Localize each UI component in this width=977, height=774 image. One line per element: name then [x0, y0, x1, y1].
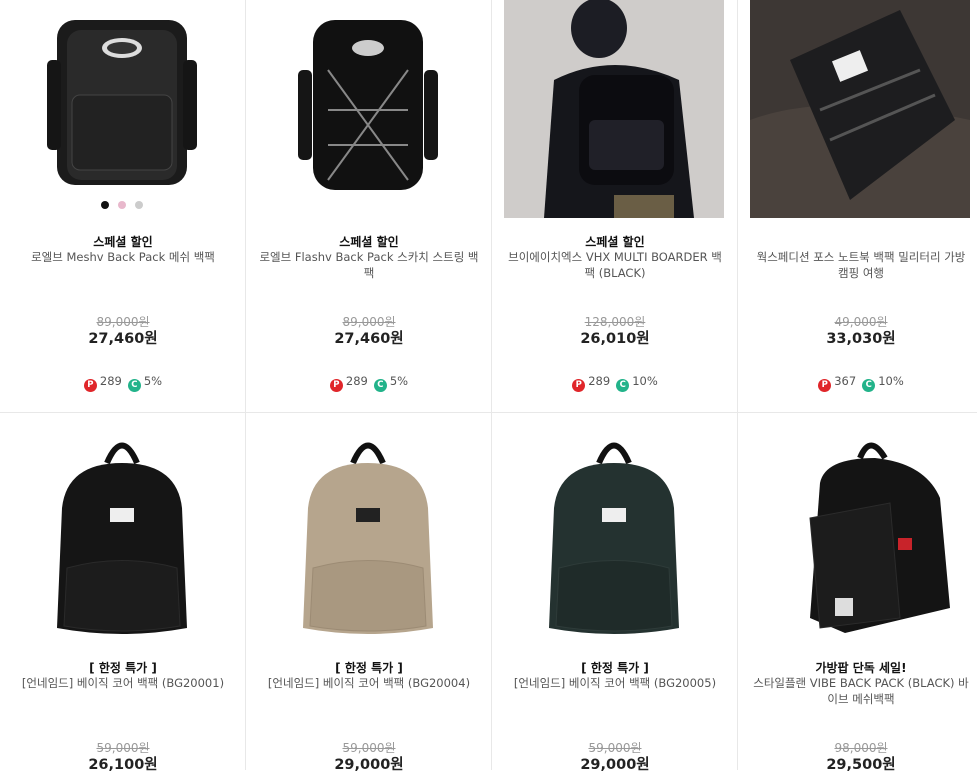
product-image[interactable]: [504, 0, 724, 218]
product-card[interactable]: 스페셜 할인 로엘브 Flashv Back Pack 스카치 스트링 백팩 8…: [246, 0, 492, 412]
product-badge: [ 한정 특가 ]: [581, 661, 649, 675]
sale-price: 27,460원: [334, 331, 404, 347]
coupon-value: 10%: [878, 374, 904, 388]
product-badge: 스페셜 할인: [339, 235, 399, 249]
points-icon: P: [818, 379, 832, 392]
coupon-icon: C: [862, 379, 876, 392]
coupon-icon: C: [373, 379, 387, 392]
product-badge: 스페셜 할인: [93, 235, 153, 249]
swatch-pink[interactable]: [118, 201, 126, 209]
points-row: P 367 C 10%: [738, 374, 977, 392]
color-swatches: [12, 194, 232, 213]
product-name[interactable]: 스타일플랜 VIBE BACK PACK (BLACK) 바이브 메쉬백팩: [750, 675, 972, 707]
sale-price: 26,010원: [580, 331, 650, 347]
product-card[interactable]: [ 한정 특가 ] [언네임드] 베이직 코어 백팩 (BG20004) 59,…: [246, 413, 492, 773]
sale-price: 33,030원: [826, 331, 896, 347]
points-row: P 289 C 5%: [0, 374, 246, 392]
points-icon: P: [329, 379, 343, 392]
coupon-value: 5%: [143, 374, 163, 388]
sale-price: 29,000원: [580, 757, 650, 773]
product-image[interactable]: [12, 0, 232, 218]
product-card[interactable]: 스페셜 할인 로엘브 Meshv Back Pack 메쉬 백팩 89,000원…: [0, 0, 246, 412]
product-card[interactable]: 웍스페디션 포스 노트북 백팩 밀리터리 가방 캠핑 여행 49,000원 33…: [738, 0, 977, 412]
coupon-value: 5%: [389, 374, 409, 388]
product-image[interactable]: [258, 0, 478, 218]
coupon-value: 10%: [632, 374, 658, 388]
product-name[interactable]: 로엘브 Flashv Back Pack 스카치 스트링 백팩: [258, 249, 480, 281]
points-icon: P: [83, 379, 97, 392]
points-row: P 289 C 5%: [246, 374, 492, 392]
product-grid: 스페셜 할인 로엘브 Meshv Back Pack 메쉬 백팩 89,000원…: [0, 0, 977, 773]
swatch-gray[interactable]: [135, 201, 144, 209]
points-value: 367: [834, 374, 857, 388]
product-image[interactable]: [750, 0, 970, 218]
points-value: 289: [345, 374, 368, 388]
product-image[interactable]: [750, 428, 970, 646]
points-row: P 289 C 10%: [492, 374, 738, 392]
product-card[interactable]: 가방팝 단독 세일! 스타일플랜 VIBE BACK PACK (BLACK) …: [738, 413, 977, 773]
points-value: 289: [588, 374, 611, 388]
product-card[interactable]: [ 한정 특가 ] [언네임드] 베이직 코어 백팩 (BG20005) 59,…: [492, 413, 738, 773]
product-image[interactable]: [504, 428, 724, 646]
product-name[interactable]: 웍스페디션 포스 노트북 백팩 밀리터리 가방 캠핑 여행: [750, 249, 972, 281]
product-image[interactable]: [12, 428, 232, 646]
product-badge: [ 한정 특가 ]: [335, 661, 403, 675]
product-image[interactable]: [258, 428, 478, 646]
points-icon: P: [572, 379, 586, 392]
product-name[interactable]: 브이에이치엑스 VHX MULTI BOARDER 백팩 (BLACK): [504, 249, 726, 281]
product-name[interactable]: [언네임드] 베이직 코어 백팩 (BG20005): [504, 675, 726, 691]
coupon-icon: C: [127, 379, 141, 392]
sale-price: 29,000원: [334, 757, 404, 773]
sale-price: 29,500원: [826, 757, 896, 773]
sale-price: 26,100원: [88, 757, 158, 773]
product-card[interactable]: 스페셜 할인 브이에이치엑스 VHX MULTI BOARDER 백팩 (BLA…: [492, 0, 738, 412]
points-value: 289: [99, 374, 122, 388]
coupon-icon: C: [616, 379, 630, 392]
product-name[interactable]: [언네임드] 베이직 코어 백팩 (BG20001): [12, 675, 234, 691]
product-badge: [ 한정 특가 ]: [89, 661, 157, 675]
product-badge: 가방팝 단독 세일!: [815, 661, 907, 675]
sale-price: 27,460원: [88, 331, 158, 347]
product-name[interactable]: [언네임드] 베이직 코어 백팩 (BG20004): [258, 675, 480, 691]
product-name[interactable]: 로엘브 Meshv Back Pack 메쉬 백팩: [12, 249, 234, 265]
product-card[interactable]: [ 한정 특가 ] [언네임드] 베이직 코어 백팩 (BG20001) 59,…: [0, 413, 246, 773]
swatch-black[interactable]: [100, 201, 109, 209]
product-badge: 스페셜 할인: [585, 235, 645, 249]
